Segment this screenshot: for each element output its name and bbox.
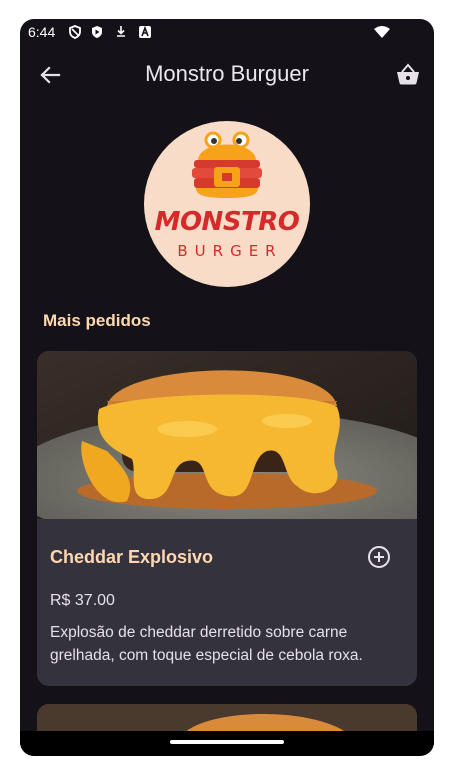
product-image (37, 351, 417, 519)
play-protect-icon (92, 26, 102, 38)
restaurant-logo: MONSTRO BURGER (144, 121, 310, 287)
logo-subtitle: BURGER (177, 242, 283, 260)
status-time: 6:44 (28, 24, 56, 40)
home-indicator[interactable] (170, 740, 284, 744)
product-name: Cheddar Explosivo (50, 547, 214, 567)
wifi-icon (374, 26, 390, 38)
page-title: Monstro Burguer (145, 61, 309, 86)
logo-title: MONSTRO (154, 207, 300, 237)
burger-monster-icon (192, 131, 262, 198)
phone-screen: 6:44 Monstro Burguer MONSTRO BURGER Mais… (20, 19, 434, 756)
product-card[interactable]: Cheddar Explosivo R$ 37.00 Explosão de c… (37, 351, 417, 686)
shield-icon (69, 25, 81, 39)
product-description: Explosão de cheddar derretido sobre carn… (50, 624, 363, 664)
section-title: Mais pedidos (43, 311, 151, 330)
a-icon (139, 25, 151, 38)
product-price: R$ 37.00 (50, 592, 115, 609)
shopping-basket-icon[interactable] (392, 59, 424, 91)
status-bar: 6:44 (20, 19, 434, 45)
app-bar: Monstro Burguer (20, 49, 434, 101)
download-icon (117, 26, 125, 37)
add-circle-icon[interactable] (366, 544, 392, 570)
system-nav-bar (20, 731, 434, 756)
